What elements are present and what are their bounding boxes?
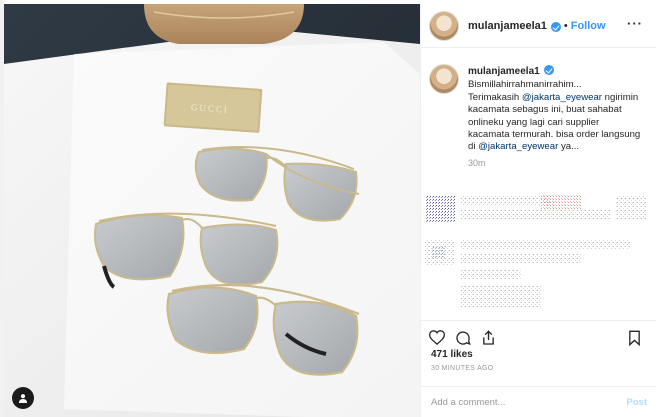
share-icon[interactable] — [481, 329, 496, 346]
caption-time: 30m — [468, 157, 486, 168]
caption-text-c: ya... — [558, 141, 580, 153]
caption-verified-icon — [543, 65, 554, 75]
caption-line1: Bismillahirrahmanirrahim... — [468, 79, 582, 91]
tagged-user-icon[interactable] — [12, 387, 34, 409]
caption-body: mulanjameela1 Bismillahirrahmanirrahim..… — [468, 64, 643, 154]
more-options-icon[interactable]: ··· — [627, 16, 643, 31]
header-username[interactable]: mulanjameela1 — [468, 20, 547, 32]
right-edge — [656, 0, 668, 417]
post-button[interactable]: Post — [626, 397, 647, 408]
post-sidebar: mulanjameela1 • Follow ··· mulanjameela1… — [420, 4, 657, 417]
post-photo[interactable]: GUCCI — [4, 4, 420, 417]
caption-avatar[interactable] — [429, 64, 459, 94]
comment-input[interactable] — [431, 396, 627, 408]
caption-username-text[interactable]: mulanjameela1 — [468, 66, 540, 77]
person-icon — [19, 394, 27, 403]
noise-overlay — [425, 194, 646, 308]
caption-text-a: Terimakasih — [468, 91, 522, 103]
page: GUCCI mulanjameela1 • Follow ··· mulanja… — [0, 0, 668, 417]
photo-illustration: GUCCI — [4, 4, 420, 417]
avatar[interactable] — [429, 10, 459, 41]
likes-count[interactable]: 471 likes — [431, 349, 473, 360]
mention-link-2[interactable]: @jakarta_eyewear — [478, 141, 558, 152]
post-timestamp[interactable]: 30 MINUTES AGO — [431, 365, 494, 372]
comment-icon[interactable] — [455, 330, 471, 346]
post-header: mulanjameela1 • Follow ··· — [421, 4, 657, 48]
heart-icon[interactable] — [429, 330, 445, 345]
follow-button[interactable]: Follow — [571, 20, 606, 32]
action-bar — [421, 320, 657, 348]
obscured-comments — [421, 190, 657, 318]
verified-icon — [550, 21, 561, 32]
caption-username[interactable]: mulanjameela1 — [468, 64, 643, 78]
bookmark-icon[interactable] — [628, 330, 641, 346]
caption: mulanjameela1 Bismillahirrahmanirrahim..… — [429, 64, 649, 154]
comment-composer: Post — [421, 386, 657, 417]
mention-link[interactable]: @jakarta_eyewear — [522, 92, 602, 103]
header-separator: • — [563, 19, 568, 32]
